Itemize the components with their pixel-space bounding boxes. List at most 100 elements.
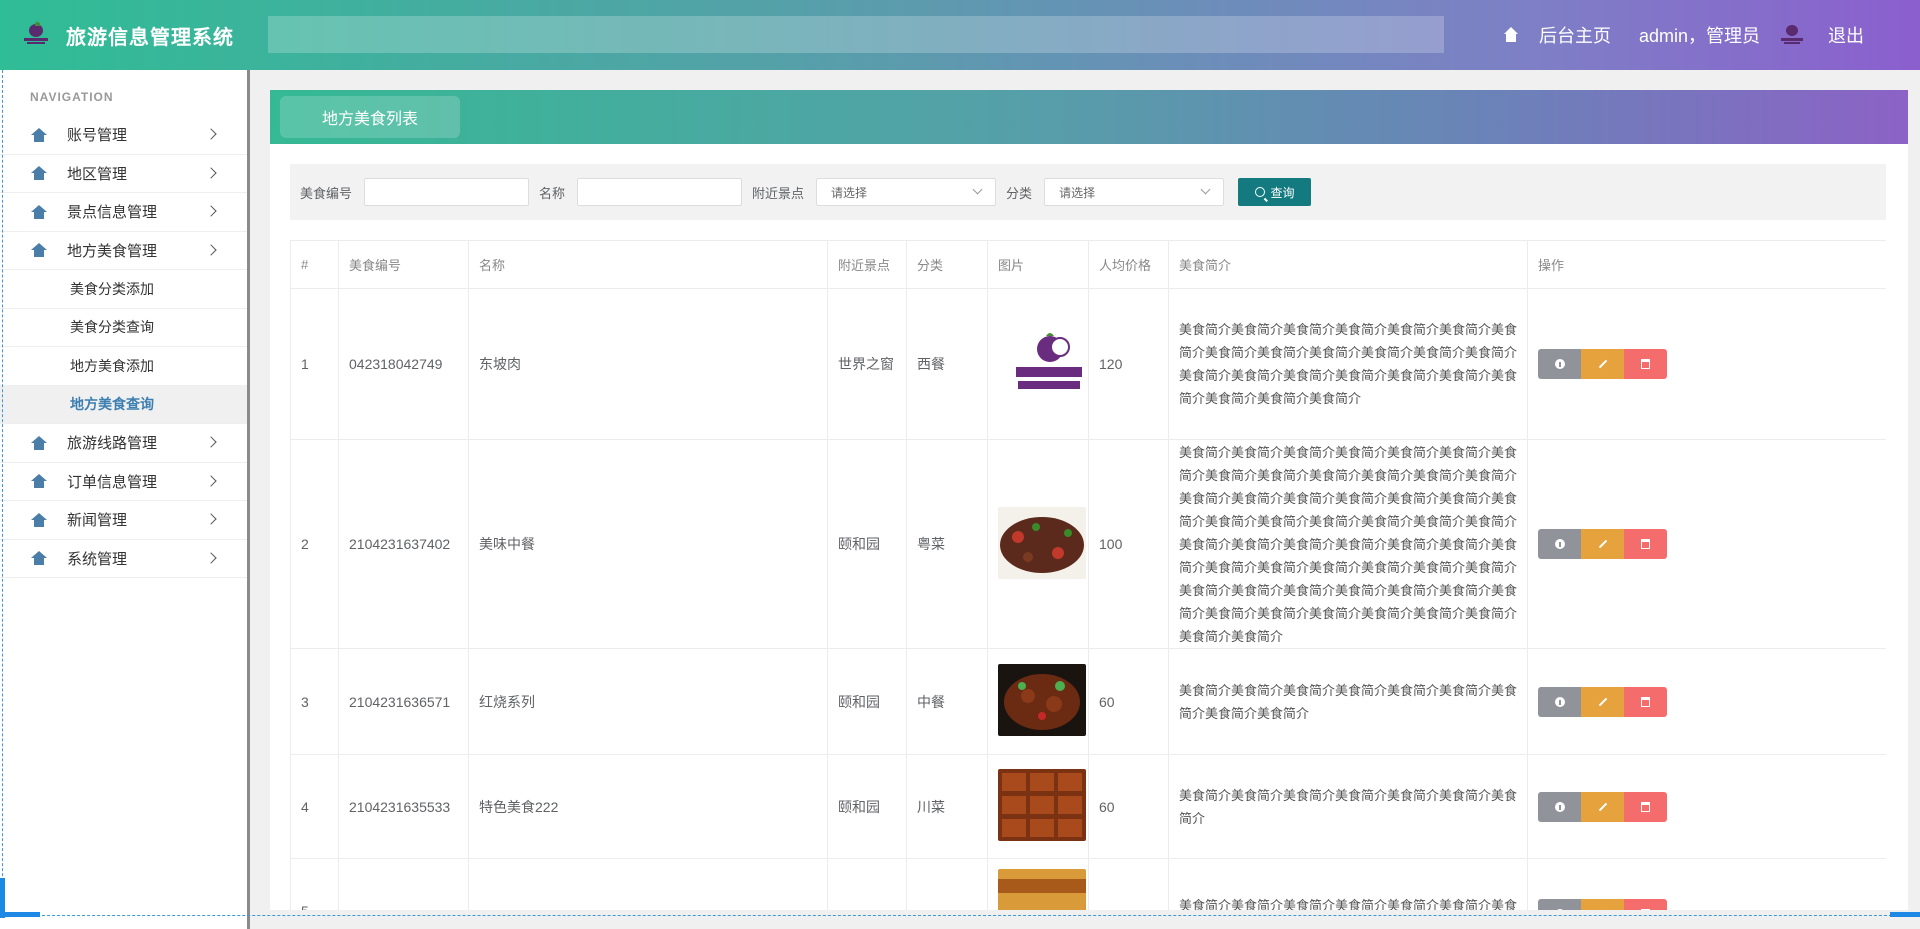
- sidebar-item-scenic[interactable]: 景点信息管理: [0, 193, 247, 232]
- category-select[interactable]: 请选择: [1044, 178, 1225, 206]
- home-icon: [31, 166, 47, 181]
- home-icon: [31, 512, 47, 527]
- logout-link[interactable]: 退出: [1828, 22, 1864, 48]
- panel-header: 地方美食列表: [270, 90, 1908, 144]
- header-right: 后台主页 admin，管理员 退出: [1503, 0, 1864, 70]
- info-icon: [1554, 909, 1565, 910]
- cell-image: [987, 754, 1089, 859]
- sidebar-item-food[interactable]: 地方美食管理: [0, 232, 247, 270]
- delete-button[interactable]: [1624, 791, 1667, 822]
- code-input[interactable]: [364, 178, 530, 206]
- food-image: [998, 769, 1086, 841]
- edit-button[interactable]: [1581, 529, 1624, 559]
- info-icon: [1554, 696, 1565, 707]
- edit-button[interactable]: [1581, 791, 1624, 822]
- sidebar-item-news[interactable]: 新闻管理: [0, 501, 247, 540]
- col-header: 美食简介: [1168, 240, 1528, 289]
- home-icon: [31, 435, 47, 450]
- filter-bar: 美食编号 名称 附近景点 请选择 分类 请选择 查询: [290, 164, 1886, 220]
- category-label: 分类: [1006, 185, 1033, 201]
- detail-button[interactable]: [1538, 791, 1581, 822]
- header-search-bar: [268, 16, 1444, 53]
- detail-button[interactable]: [1538, 529, 1581, 559]
- sidebar-item-system[interactable]: 系统管理: [0, 540, 247, 578]
- code-label: 美食编号: [300, 185, 353, 201]
- cell-price: 60: [1088, 754, 1169, 859]
- cell-category: [906, 858, 988, 910]
- sidebar-item-label: 景点信息管理: [67, 204, 158, 222]
- delete-button[interactable]: [1624, 349, 1667, 379]
- delete-button[interactable]: [1624, 529, 1667, 559]
- cell-num: 3: [290, 648, 339, 755]
- home-icon: [31, 127, 47, 142]
- cell-ops: [1527, 439, 1886, 649]
- delete-button[interactable]: [1624, 686, 1667, 717]
- category-select-value: 请选择: [1059, 185, 1096, 200]
- app-title: 旅游信息管理系统: [66, 26, 234, 49]
- home-icon: [31, 551, 47, 566]
- detail-button[interactable]: [1538, 349, 1581, 379]
- sidebar-subitem-food-add[interactable]: 地方美食添加: [0, 347, 247, 386]
- cell-ops: [1527, 858, 1886, 910]
- spot-select[interactable]: 请选择: [816, 178, 997, 206]
- cell-name: 东坡肉: [468, 288, 828, 440]
- info-icon: [1554, 359, 1565, 369]
- cell-code: [338, 858, 469, 910]
- cell-ops: [1527, 648, 1886, 755]
- avatar[interactable]: [1780, 23, 1804, 47]
- food-table: # 美食编号 名称 附近景点 分类 图片 人均价格 美食简介 操作 1 0423…: [290, 240, 1886, 910]
- edit-button[interactable]: [1581, 349, 1624, 379]
- cell-num: 4: [290, 754, 339, 859]
- cell-image: [987, 288, 1089, 440]
- logo-icon: [24, 22, 48, 46]
- search-button[interactable]: 查询: [1238, 178, 1312, 206]
- cell-name: 红烧系列: [468, 648, 828, 755]
- cell-spot: 颐和园: [827, 439, 907, 649]
- detail-button[interactable]: [1538, 899, 1581, 910]
- info-icon: [1554, 539, 1565, 549]
- edit-button[interactable]: [1581, 899, 1624, 910]
- col-header: 图片: [987, 240, 1089, 289]
- trash-icon: [1641, 909, 1650, 910]
- home-icon: [31, 243, 47, 258]
- resize-handle[interactable]: [0, 912, 40, 917]
- search-button-label: 查询: [1270, 185, 1295, 200]
- sidebar-subitem-food-category-query[interactable]: 美食分类查询: [0, 309, 247, 347]
- cell-image: [987, 858, 1089, 910]
- col-header: #: [290, 240, 339, 289]
- edit-icon: [1598, 359, 1607, 369]
- cell-desc: 美食简介美食简介美食简介美食简介美食简介美食简介美食简介美食简介美食简介: [1168, 648, 1528, 755]
- name-label: 名称: [539, 185, 566, 201]
- edit-icon: [1598, 539, 1607, 549]
- resize-handle[interactable]: [1890, 912, 1920, 917]
- cell-desc: 美食简介美食简介美食简介美食简介美食简介美食简介美食简介: [1168, 754, 1528, 859]
- cell-spot: 颐和园: [827, 754, 907, 859]
- name-input[interactable]: [577, 178, 743, 206]
- home-icon[interactable]: [1503, 27, 1519, 43]
- cell-category: 中餐: [906, 648, 988, 755]
- nav-header: NAVIGATION: [30, 90, 114, 104]
- cell-spot: [827, 858, 907, 910]
- sidebar-item-account[interactable]: 账号管理: [0, 116, 247, 155]
- detail-button[interactable]: [1538, 686, 1581, 717]
- trash-icon: [1641, 696, 1650, 707]
- food-image: [998, 664, 1086, 736]
- sidebar-subitem-food-query[interactable]: 地方美食查询: [0, 385, 247, 424]
- sidebar-item-region[interactable]: 地区管理: [0, 155, 247, 193]
- sidebar-item-label: 系统管理: [67, 550, 128, 568]
- edit-button[interactable]: [1581, 686, 1624, 717]
- spot-label: 附近景点: [752, 185, 805, 201]
- sidebar-subitem-food-category-add[interactable]: 美食分类添加: [0, 270, 247, 309]
- tab-food-list[interactable]: 地方美食列表: [280, 96, 460, 138]
- sidebar-item-route[interactable]: 旅游线路管理: [0, 424, 247, 463]
- search-icon: [1254, 187, 1265, 197]
- food-image: [998, 506, 1086, 579]
- cell-category: 川菜: [906, 754, 988, 859]
- cell-ops: [1527, 754, 1886, 859]
- cell-image: [987, 439, 1089, 649]
- home-link[interactable]: 后台主页: [1539, 22, 1611, 48]
- delete-button[interactable]: [1624, 899, 1667, 910]
- chevron-right-icon: [205, 166, 217, 179]
- table-row: 1 042318042749 东坡肉 世界之窗 西餐 120 美食简介美食简介美…: [290, 288, 1886, 440]
- sidebar-item-order[interactable]: 订单信息管理: [0, 463, 247, 501]
